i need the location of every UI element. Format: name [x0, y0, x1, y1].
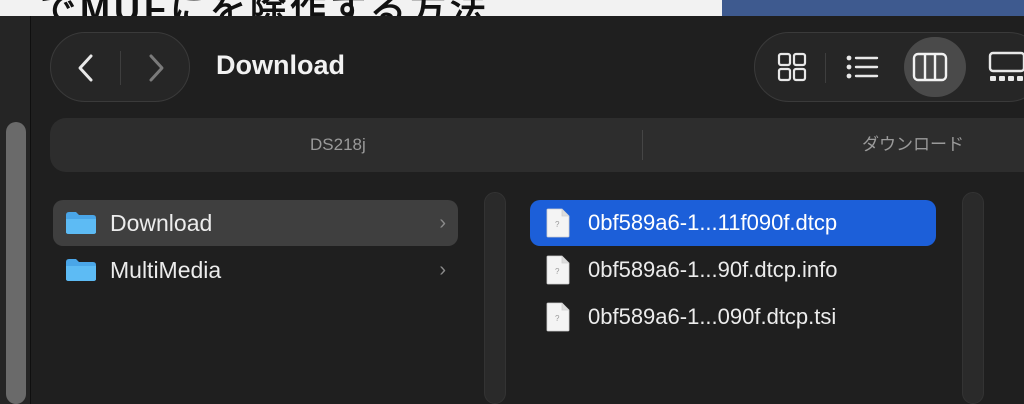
icon-view-button[interactable] — [759, 33, 825, 101]
column-1-scrollbar[interactable] — [484, 192, 506, 404]
document-icon: ? — [546, 255, 570, 285]
path-segment-download[interactable]: ダウンロード — [862, 118, 964, 172]
list-icon — [846, 55, 879, 79]
forward-button[interactable] — [121, 33, 191, 103]
background-window-strip: でMUFにを除作する方法 — [0, 0, 1024, 16]
column-view-button[interactable] — [897, 33, 966, 101]
path-separator — [642, 130, 643, 160]
sidebar-edge — [0, 16, 31, 404]
document-icon: ? — [546, 208, 570, 238]
svg-text:?: ? — [555, 220, 560, 229]
file-row-dtcp[interactable]: ? 0bf589a6-1...11f090f.dtcp — [530, 200, 936, 246]
chevron-right-icon: › — [439, 259, 446, 281]
file-label: 0bf589a6-1...090f.dtcp.tsi — [588, 304, 837, 329]
chevron-right-icon: › — [439, 212, 446, 234]
toolbar: Download — [30, 16, 1024, 120]
folder-icon — [66, 259, 96, 281]
background-heading-text: でMUFにを除作する方法 — [40, 0, 490, 16]
column-browser-2: ? 0bf589a6-1...11f090f.dtcp ? 0bf589a6-1… — [520, 190, 960, 404]
file-label: 0bf589a6-1...11f090f.dtcp — [588, 210, 838, 235]
columns-icon — [912, 52, 948, 82]
view-divider — [825, 53, 826, 83]
path-segment-server[interactable]: DS218j — [310, 118, 366, 172]
column-browser-1: Download › MultiMedia › — [40, 190, 480, 404]
chevron-right-icon — [149, 54, 164, 82]
folder-row-download[interactable]: Download › — [53, 200, 458, 246]
finder-window: Download DS218j ダウンロード Download › MultiM… — [0, 16, 1024, 404]
gallery-view-button[interactable] — [975, 33, 1024, 101]
view-mode-selector — [754, 32, 1024, 102]
window-title: Download — [216, 50, 345, 80]
folder-label: Download — [110, 210, 213, 236]
file-row-dtcp-tsi[interactable]: ? 0bf589a6-1...090f.dtcp.tsi — [530, 294, 936, 340]
document-icon: ? — [546, 302, 570, 332]
navigation-control — [50, 32, 190, 102]
folder-label: MultiMedia — [110, 257, 222, 283]
folder-row-multimedia[interactable]: MultiMedia › — [53, 247, 458, 293]
path-bar: DS218j ダウンロード — [50, 118, 1024, 172]
folder-icon — [66, 212, 96, 234]
background-blue-block — [722, 0, 1024, 16]
chevron-left-icon — [78, 54, 93, 82]
column-2-scrollbar[interactable] — [962, 192, 984, 404]
back-button[interactable] — [51, 33, 121, 103]
file-row-dtcp-info[interactable]: ? 0bf589a6-1...90f.dtcp.info — [530, 247, 936, 293]
list-view-button[interactable] — [829, 33, 895, 101]
sidebar-scrollbar[interactable] — [6, 122, 26, 404]
svg-text:?: ? — [555, 267, 560, 276]
grid-icon — [777, 52, 807, 82]
svg-text:?: ? — [555, 314, 560, 323]
gallery-icon — [988, 51, 1024, 81]
file-label: 0bf589a6-1...90f.dtcp.info — [588, 257, 838, 282]
